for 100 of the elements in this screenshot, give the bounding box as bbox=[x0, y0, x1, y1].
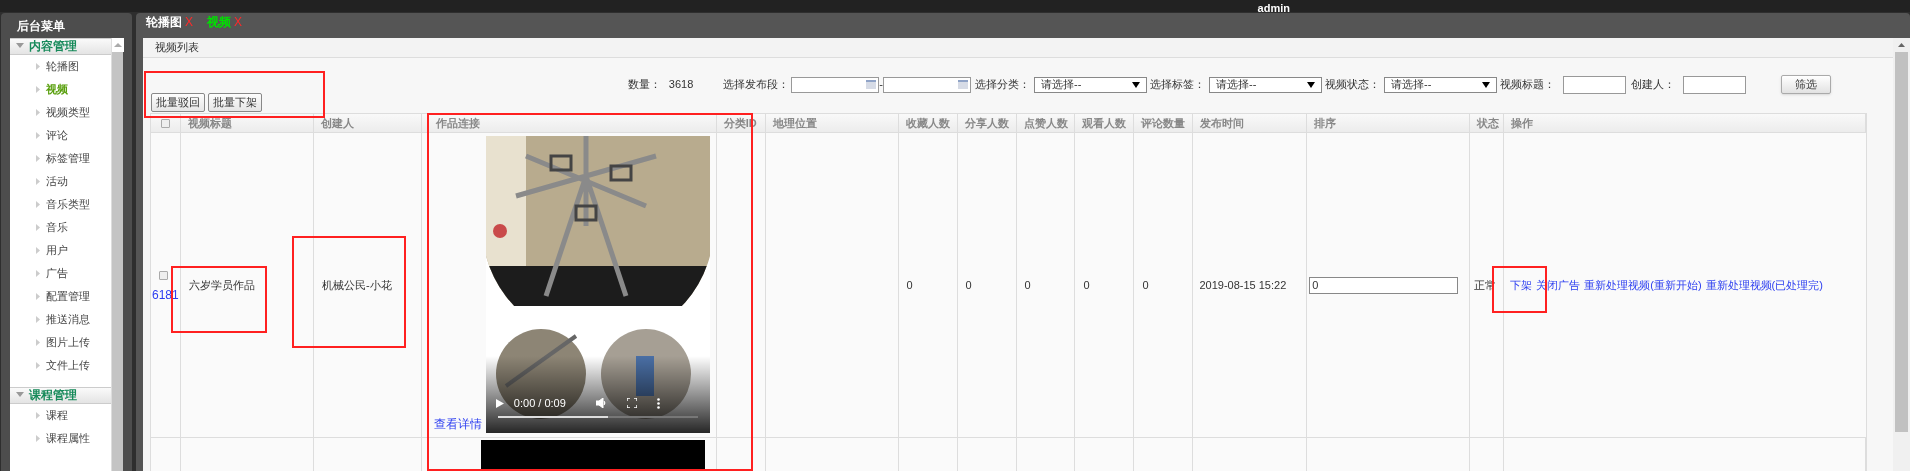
dropdown[interactable]: 请选择-- bbox=[1209, 76, 1322, 93]
column-header: 观看人数 bbox=[1082, 115, 1127, 131]
action-link[interactable]: 重新处理视频(已处理完) bbox=[1705, 276, 1823, 294]
play-icon[interactable] bbox=[495, 398, 504, 408]
sidebar-item[interactable]: 视频类型 bbox=[10, 100, 111, 124]
table-cell-text: 0 bbox=[1024, 277, 1031, 293]
video-time: 0:00 / 0:09 bbox=[513, 396, 566, 411]
date-separator: - bbox=[879, 77, 883, 93]
filter-label: 创建人： bbox=[1631, 77, 1675, 93]
input-field[interactable] bbox=[1683, 75, 1746, 94]
filter-label: 视频标题： bbox=[1500, 77, 1555, 93]
date-field[interactable] bbox=[883, 76, 971, 93]
table-cell-text: 机械公民-小花 bbox=[321, 277, 392, 293]
dropdown-arrow-icon bbox=[1482, 81, 1490, 88]
sidebar-item[interactable]: 推送消息 bbox=[10, 307, 111, 331]
date-field[interactable] bbox=[791, 76, 880, 93]
fullscreen-icon[interactable] bbox=[626, 398, 637, 409]
sort-field[interactable]: 0 bbox=[1309, 276, 1459, 294]
column-header: 评论数量 bbox=[1141, 115, 1186, 131]
column-header: 地理位置 bbox=[772, 115, 817, 131]
dropdown[interactable]: 请选择-- bbox=[1384, 76, 1497, 93]
bullet-icon bbox=[36, 411, 40, 419]
sidebar-title: 后台菜单 bbox=[16, 18, 66, 35]
filter-button[interactable]: 筛选 bbox=[1781, 75, 1831, 94]
column-header: 视频标题 bbox=[188, 115, 232, 131]
dropdown[interactable]: 请选择-- bbox=[1034, 76, 1147, 93]
dropdown-arrow-icon bbox=[1307, 81, 1315, 88]
checkbox[interactable] bbox=[161, 118, 170, 128]
details-link[interactable]: 查看详情 bbox=[433, 415, 482, 433]
count-value: 3618 bbox=[668, 77, 694, 93]
tab[interactable]: 视频 bbox=[207, 13, 231, 31]
count-label: 数量： bbox=[627, 77, 661, 93]
column-header: 收藏人数 bbox=[905, 115, 950, 131]
sidebar-item[interactable]: 音乐 bbox=[10, 215, 111, 239]
sidebar-item[interactable]: 图片上传 bbox=[10, 330, 111, 354]
scroll-up-icon[interactable] bbox=[112, 37, 124, 52]
bullet-icon bbox=[36, 85, 40, 93]
date-label: 选择发布段： bbox=[723, 77, 790, 93]
table-cell-text: 0 bbox=[965, 277, 972, 293]
dropdown-arrow-icon bbox=[1132, 81, 1140, 88]
scroll-thumb[interactable] bbox=[1895, 52, 1908, 432]
bullet-icon bbox=[36, 361, 40, 369]
input-field[interactable] bbox=[1563, 75, 1626, 94]
sidebar-item[interactable]: 用户 bbox=[10, 238, 111, 262]
action-link[interactable]: 下架 bbox=[1510, 276, 1533, 294]
section-header[interactable]: 内容管理 bbox=[10, 37, 111, 55]
more-icon[interactable] bbox=[656, 397, 660, 409]
table-cell-text: 2019-08-15 15:22 bbox=[1199, 277, 1287, 293]
caret-icon bbox=[16, 43, 24, 50]
sidebar-item[interactable]: 配置管理 bbox=[10, 284, 111, 308]
bullet-icon bbox=[36, 269, 40, 277]
bullet-icon bbox=[36, 131, 40, 139]
bullet-icon bbox=[36, 177, 40, 185]
column-header: 发布时间 bbox=[1200, 115, 1245, 131]
video-player[interactable] bbox=[480, 440, 705, 471]
table-cell-text: 0 bbox=[1142, 277, 1149, 293]
column-header: 排序 bbox=[1314, 115, 1337, 131]
bullet-icon bbox=[36, 315, 40, 323]
action-link[interactable]: 重新处理视频(重新开始) bbox=[1584, 276, 1702, 294]
column-header: 点赞人数 bbox=[1023, 115, 1068, 131]
sidebar-item[interactable]: 课程 bbox=[10, 403, 111, 427]
video-player[interactable]: 0:00 / 0:09 bbox=[485, 136, 710, 433]
bullet-icon bbox=[36, 292, 40, 300]
table-cell-text: 0 bbox=[906, 277, 913, 293]
user-name: admin bbox=[1257, 2, 1290, 12]
bullet-icon bbox=[36, 223, 40, 231]
filter-label: 选择分类： bbox=[975, 77, 1030, 93]
bullet-icon bbox=[36, 200, 40, 208]
sidebar-item[interactable]: 标签管理 bbox=[10, 146, 111, 170]
sidebar-item[interactable]: 课程属性 bbox=[10, 426, 111, 450]
bullet-icon bbox=[36, 62, 40, 70]
filter-label: 选择标签： bbox=[1150, 77, 1205, 93]
table-cell-text: 六岁学员作品 bbox=[189, 277, 255, 293]
panel-title: 视频列表 bbox=[143, 38, 1893, 58]
column-header: 操作 bbox=[1511, 115, 1534, 131]
sidebar-item[interactable]: 文件上传 bbox=[10, 353, 111, 377]
column-header: 分享人数 bbox=[964, 115, 1009, 131]
filter-label: 视频状态： bbox=[1325, 77, 1380, 93]
calendar-icon bbox=[958, 80, 968, 89]
bullet-icon bbox=[36, 108, 40, 116]
caret-icon bbox=[16, 392, 24, 399]
column-header: 状态 bbox=[1477, 115, 1500, 131]
bullet-icon bbox=[36, 434, 40, 442]
sidebar-item[interactable]: 轮播图 bbox=[10, 54, 111, 78]
section-header[interactable]: 课程管理 bbox=[10, 386, 111, 404]
bullet-icon bbox=[36, 154, 40, 162]
column-header: 作品连接 bbox=[435, 115, 480, 131]
sidebar-item[interactable]: 广告 bbox=[10, 261, 111, 285]
checkbox[interactable] bbox=[159, 271, 168, 280]
volume-icon[interactable] bbox=[595, 398, 607, 409]
batch-button[interactable]: 批量驳回 bbox=[151, 93, 205, 112]
sidebar-item[interactable]: 评论 bbox=[10, 123, 111, 147]
sidebar-item[interactable]: 活动 bbox=[10, 169, 111, 193]
bullet-icon bbox=[36, 338, 40, 346]
tab[interactable]: 轮播图 bbox=[146, 13, 182, 31]
calendar-icon bbox=[866, 80, 877, 89]
table-cell-text: 0 bbox=[1083, 277, 1090, 293]
sidebar-item[interactable]: 音乐类型 bbox=[10, 192, 111, 216]
bullet-icon bbox=[36, 246, 40, 254]
batch-button[interactable]: 批量下架 bbox=[208, 93, 262, 112]
